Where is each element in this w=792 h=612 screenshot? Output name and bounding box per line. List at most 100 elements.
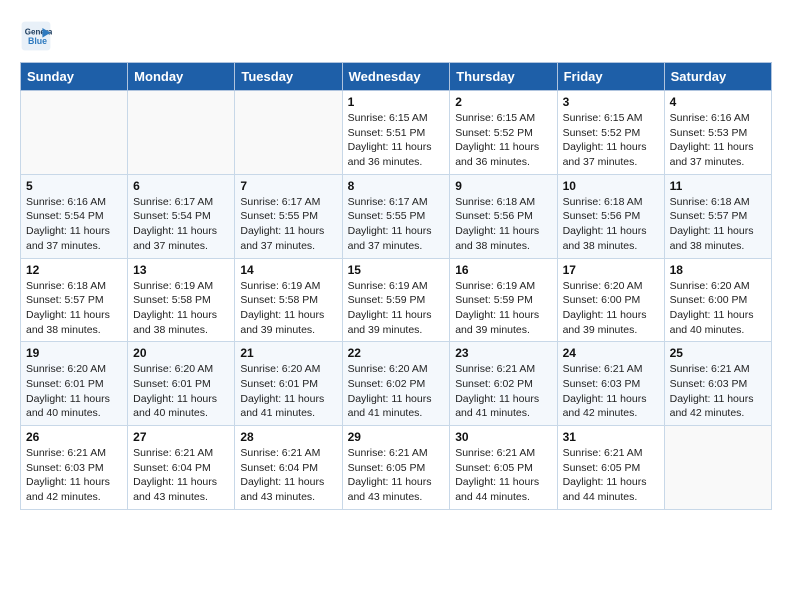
day-info: Sunrise: 6:16 AM Sunset: 5:54 PM Dayligh… <box>26 195 122 254</box>
day-info: Sunrise: 6:21 AM Sunset: 6:05 PM Dayligh… <box>455 446 551 505</box>
logo-icon: General Blue <box>20 20 52 52</box>
day-info: Sunrise: 6:15 AM Sunset: 5:52 PM Dayligh… <box>455 111 551 170</box>
calendar-cell: 8 Sunrise: 6:17 AM Sunset: 5:55 PM Daylig… <box>342 174 450 258</box>
calendar-cell: 4Sunrise: 6:16 AM Sunset: 5:53 PM Daylig… <box>664 91 771 175</box>
day-info: Sunrise: 6:21 AM Sunset: 6:03 PM Dayligh… <box>26 446 122 505</box>
weekday-header: Saturday <box>664 63 771 91</box>
day-number: 28 <box>240 430 336 444</box>
calendar-cell: 20Sunrise: 6:20 AM Sunset: 6:01 PM Dayli… <box>128 342 235 426</box>
day-info: Sunrise: 6:19 AM Sunset: 5:59 PM Dayligh… <box>348 279 445 338</box>
svg-text:Blue: Blue <box>28 36 47 46</box>
day-number: 6 <box>133 179 229 193</box>
weekday-header: Tuesday <box>235 63 342 91</box>
day-info: Sunrise: 6:18 AM Sunset: 5:56 PM Dayligh… <box>563 195 659 254</box>
day-info: Sunrise: 6:20 AM Sunset: 6:01 PM Dayligh… <box>133 362 229 421</box>
day-number: 25 <box>670 346 766 360</box>
day-number: 31 <box>563 430 659 444</box>
weekday-header: Wednesday <box>342 63 450 91</box>
day-number: 15 <box>348 263 445 277</box>
day-info: Sunrise: 6:15 AM Sunset: 5:52 PM Dayligh… <box>563 111 659 170</box>
day-number: 30 <box>455 430 551 444</box>
calendar-cell <box>128 91 235 175</box>
page-header: General Blue <box>20 20 772 52</box>
day-info: Sunrise: 6:18 AM Sunset: 5:57 PM Dayligh… <box>670 195 766 254</box>
calendar-cell: 7 Sunrise: 6:17 AM Sunset: 5:55 PM Daylig… <box>235 174 342 258</box>
day-number: 26 <box>26 430 122 444</box>
day-info: Sunrise: 6:15 AM Sunset: 5:51 PM Dayligh… <box>348 111 445 170</box>
calendar-cell: 10 Sunrise: 6:18 AM Sunset: 5:56 PM Dayli… <box>557 174 664 258</box>
calendar-cell: 18 Sunrise: 6:20 AM Sunset: 6:00 PM Dayli… <box>664 258 771 342</box>
calendar-cell: 16 Sunrise: 6:19 AM Sunset: 5:59 PM Dayli… <box>450 258 557 342</box>
day-number: 19 <box>26 346 122 360</box>
calendar-week-row: 19 Sunrise: 6:20 AM Sunset: 6:01 PM Dayli… <box>21 342 772 426</box>
calendar-cell: 26 Sunrise: 6:21 AM Sunset: 6:03 PM Dayli… <box>21 426 128 510</box>
day-number: 11 <box>670 179 766 193</box>
day-number: 16 <box>455 263 551 277</box>
day-info: Sunrise: 6:20 AM Sunset: 6:00 PM Dayligh… <box>670 279 766 338</box>
day-info: Sunrise: 6:21 AM Sunset: 6:05 PM Dayligh… <box>348 446 445 505</box>
day-number: 17 <box>563 263 659 277</box>
logo: General Blue <box>20 20 58 52</box>
day-info: Sunrise: 6:19 AM Sunset: 5:58 PM Dayligh… <box>133 279 229 338</box>
day-info: Sunrise: 6:21 AM Sunset: 6:03 PM Dayligh… <box>563 362 659 421</box>
calendar-cell: 25 Sunrise: 6:21 AM Sunset: 6:03 PM Dayli… <box>664 342 771 426</box>
calendar-cell: 30 Sunrise: 6:21 AM Sunset: 6:05 PM Dayli… <box>450 426 557 510</box>
day-number: 7 <box>240 179 336 193</box>
day-number: 14 <box>240 263 336 277</box>
day-info: Sunrise: 6:21 AM Sunset: 6:05 PM Dayligh… <box>563 446 659 505</box>
calendar-cell: 2 Sunrise: 6:15 AM Sunset: 5:52 PM Daylig… <box>450 91 557 175</box>
calendar-table: SundayMondayTuesdayWednesdayThursdayFrid… <box>20 62 772 510</box>
day-info: Sunrise: 6:18 AM Sunset: 5:56 PM Dayligh… <box>455 195 551 254</box>
day-info: Sunrise: 6:18 AM Sunset: 5:57 PM Dayligh… <box>26 279 122 338</box>
calendar-week-row: 5Sunrise: 6:16 AM Sunset: 5:54 PM Daylig… <box>21 174 772 258</box>
weekday-header: Friday <box>557 63 664 91</box>
day-info: Sunrise: 6:21 AM Sunset: 6:02 PM Dayligh… <box>455 362 551 421</box>
day-number: 13 <box>133 263 229 277</box>
day-number: 2 <box>455 95 551 109</box>
weekday-header: Sunday <box>21 63 128 91</box>
calendar-cell: 24Sunrise: 6:21 AM Sunset: 6:03 PM Dayli… <box>557 342 664 426</box>
day-info: Sunrise: 6:17 AM Sunset: 5:55 PM Dayligh… <box>348 195 445 254</box>
weekday-header: Thursday <box>450 63 557 91</box>
calendar-cell: 21 Sunrise: 6:20 AM Sunset: 6:01 PM Dayli… <box>235 342 342 426</box>
calendar-cell: 12 Sunrise: 6:18 AM Sunset: 5:57 PM Dayli… <box>21 258 128 342</box>
day-info: Sunrise: 6:21 AM Sunset: 6:03 PM Dayligh… <box>670 362 766 421</box>
day-number: 12 <box>26 263 122 277</box>
calendar-cell: 15 Sunrise: 6:19 AM Sunset: 5:59 PM Dayli… <box>342 258 450 342</box>
calendar-cell <box>664 426 771 510</box>
calendar-cell: 5Sunrise: 6:16 AM Sunset: 5:54 PM Daylig… <box>21 174 128 258</box>
day-info: Sunrise: 6:20 AM Sunset: 6:01 PM Dayligh… <box>240 362 336 421</box>
calendar-week-row: 26 Sunrise: 6:21 AM Sunset: 6:03 PM Dayli… <box>21 426 772 510</box>
calendar-cell: 17Sunrise: 6:20 AM Sunset: 6:00 PM Dayli… <box>557 258 664 342</box>
calendar-cell <box>21 91 128 175</box>
day-number: 18 <box>670 263 766 277</box>
day-number: 21 <box>240 346 336 360</box>
day-number: 22 <box>348 346 445 360</box>
day-info: Sunrise: 6:17 AM Sunset: 5:55 PM Dayligh… <box>240 195 336 254</box>
calendar-cell <box>235 91 342 175</box>
day-number: 8 <box>348 179 445 193</box>
calendar-cell: 28 Sunrise: 6:21 AM Sunset: 6:04 PM Dayli… <box>235 426 342 510</box>
day-info: Sunrise: 6:17 AM Sunset: 5:54 PM Dayligh… <box>133 195 229 254</box>
day-number: 29 <box>348 430 445 444</box>
day-number: 10 <box>563 179 659 193</box>
calendar-cell: 19 Sunrise: 6:20 AM Sunset: 6:01 PM Dayli… <box>21 342 128 426</box>
day-info: Sunrise: 6:19 AM Sunset: 5:59 PM Dayligh… <box>455 279 551 338</box>
weekday-header-row: SundayMondayTuesdayWednesdayThursdayFrid… <box>21 63 772 91</box>
day-number: 9 <box>455 179 551 193</box>
calendar-cell: 11 Sunrise: 6:18 AM Sunset: 5:57 PM Dayli… <box>664 174 771 258</box>
calendar-week-row: 12 Sunrise: 6:18 AM Sunset: 5:57 PM Dayli… <box>21 258 772 342</box>
calendar-cell: 9 Sunrise: 6:18 AM Sunset: 5:56 PM Daylig… <box>450 174 557 258</box>
day-info: Sunrise: 6:21 AM Sunset: 6:04 PM Dayligh… <box>240 446 336 505</box>
day-number: 23 <box>455 346 551 360</box>
calendar-cell: 14 Sunrise: 6:19 AM Sunset: 5:58 PM Dayli… <box>235 258 342 342</box>
calendar-cell: 13 Sunrise: 6:19 AM Sunset: 5:58 PM Dayli… <box>128 258 235 342</box>
day-number: 1 <box>348 95 445 109</box>
day-info: Sunrise: 6:19 AM Sunset: 5:58 PM Dayligh… <box>240 279 336 338</box>
day-number: 4 <box>670 95 766 109</box>
day-number: 27 <box>133 430 229 444</box>
calendar-cell: 6 Sunrise: 6:17 AM Sunset: 5:54 PM Daylig… <box>128 174 235 258</box>
day-number: 3 <box>563 95 659 109</box>
calendar-week-row: 1 Sunrise: 6:15 AM Sunset: 5:51 PM Daylig… <box>21 91 772 175</box>
day-info: Sunrise: 6:20 AM Sunset: 6:01 PM Dayligh… <box>26 362 122 421</box>
